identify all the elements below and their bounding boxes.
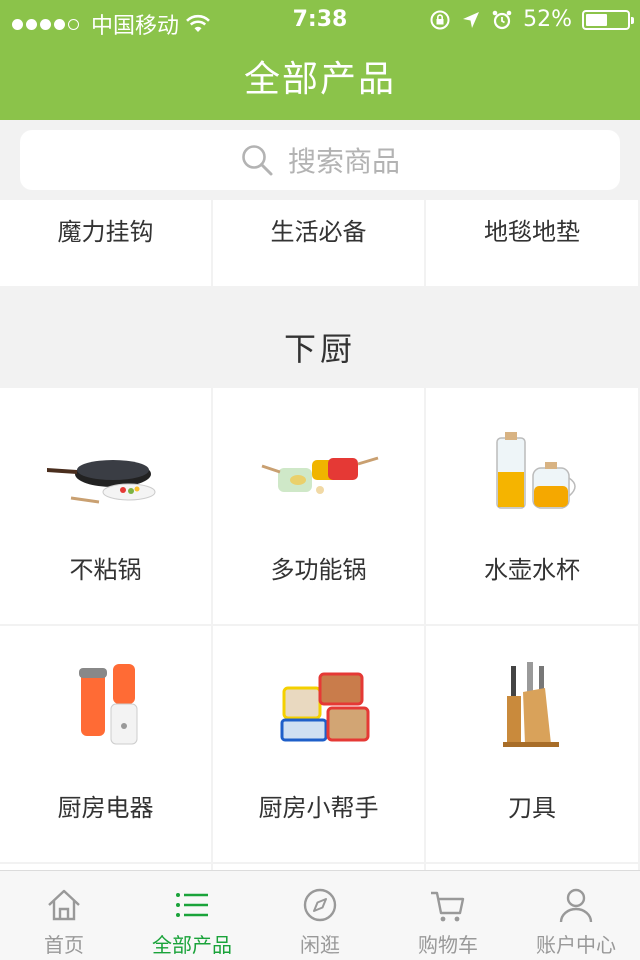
category-item[interactable]: 不粘锅 [0, 388, 211, 624]
home-icon [48, 889, 80, 921]
category-row: 不粘锅 多功能锅 水壶水杯 [0, 388, 640, 624]
category-label: 厨房电器 [57, 794, 154, 822]
status-right: 52% [429, 7, 634, 32]
category-row: 魔力挂钩 生活必备 地毯地垫 [0, 200, 640, 286]
cart-icon [431, 891, 465, 922]
wok-pan-icon [46, 460, 155, 504]
category-list[interactable]: 魔力挂钩 生活必备 地毯地垫 下厨 不粘锅 多功能锅 水壶水杯 厨房电器 厨房小… [0, 200, 640, 870]
search-input[interactable]: 搜索商品 [20, 130, 620, 190]
tab-home[interactable]: 首页 [0, 871, 128, 960]
list-icon [176, 893, 208, 917]
tab-label: 全部产品 [152, 933, 232, 957]
page-title: 全部产品 [0, 40, 640, 120]
compass-icon [303, 888, 337, 922]
category-item[interactable]: 地毯地垫 [426, 200, 638, 286]
tab-label: 闲逛 [300, 933, 340, 957]
category-item[interactable]: 厨房小帮手 [213, 626, 424, 862]
category-item[interactable]: 刀具 [426, 626, 638, 862]
tab-browse[interactable]: 闲逛 [256, 871, 384, 960]
knife-block-icon [503, 662, 559, 747]
user-icon [559, 888, 593, 923]
tab-label: 首页 [44, 933, 84, 957]
food-container-icon [280, 672, 369, 742]
section-title: 下厨 [0, 286, 640, 386]
search-icon [242, 145, 273, 176]
category-label: 生活必备 [270, 218, 367, 246]
category-item[interactable]: 多功能锅 [213, 388, 424, 624]
tab-label: 账户中心 [536, 933, 616, 957]
category-label: 刀具 [508, 794, 556, 822]
pot-set-icon [261, 456, 378, 494]
bottom-tab-bar: 首页 全部产品 闲逛 购物车 账户中心 [0, 870, 640, 960]
category-item[interactable]: 水壶水杯 [426, 388, 638, 624]
location-icon [463, 11, 480, 28]
category-item[interactable]: 魔力挂钩 [0, 200, 211, 286]
tab-all-products[interactable]: 全部产品 [128, 871, 256, 960]
tab-account[interactable]: 账户中心 [512, 871, 640, 960]
category-label: 魔力挂钩 [57, 218, 154, 246]
glass-pitcher-icon [496, 432, 576, 509]
category-item[interactable]: 厨房电器 [0, 626, 211, 862]
category-label: 不粘锅 [69, 556, 142, 584]
battery-percentage: 52% [523, 7, 572, 32]
category-label: 水壶水杯 [484, 556, 580, 584]
category-label: 地毯地垫 [484, 218, 580, 246]
app-screen: 中国移动 7:38 52% 全部产品 搜索商品 魔力挂钩 生活必备 地毯地垫 下… [0, 0, 640, 960]
category-row: 厨房电器 厨房小帮手 刀具 [0, 626, 640, 862]
tab-cart[interactable]: 购物车 [384, 871, 512, 960]
tab-label: 购物车 [418, 933, 478, 957]
blender-icon [78, 664, 137, 745]
category-label: 多功能锅 [270, 556, 367, 584]
category-item[interactable]: 生活必备 [213, 200, 424, 286]
search-placeholder: 搜索商品 [287, 145, 400, 178]
orientation-lock-icon [430, 10, 450, 29]
search-area: 搜索商品 [0, 120, 640, 200]
status-bar: 中国移动 7:38 52% [0, 0, 640, 40]
battery-icon [582, 9, 634, 30]
alarm-icon [492, 10, 512, 29]
category-label: 厨房小帮手 [258, 794, 379, 822]
